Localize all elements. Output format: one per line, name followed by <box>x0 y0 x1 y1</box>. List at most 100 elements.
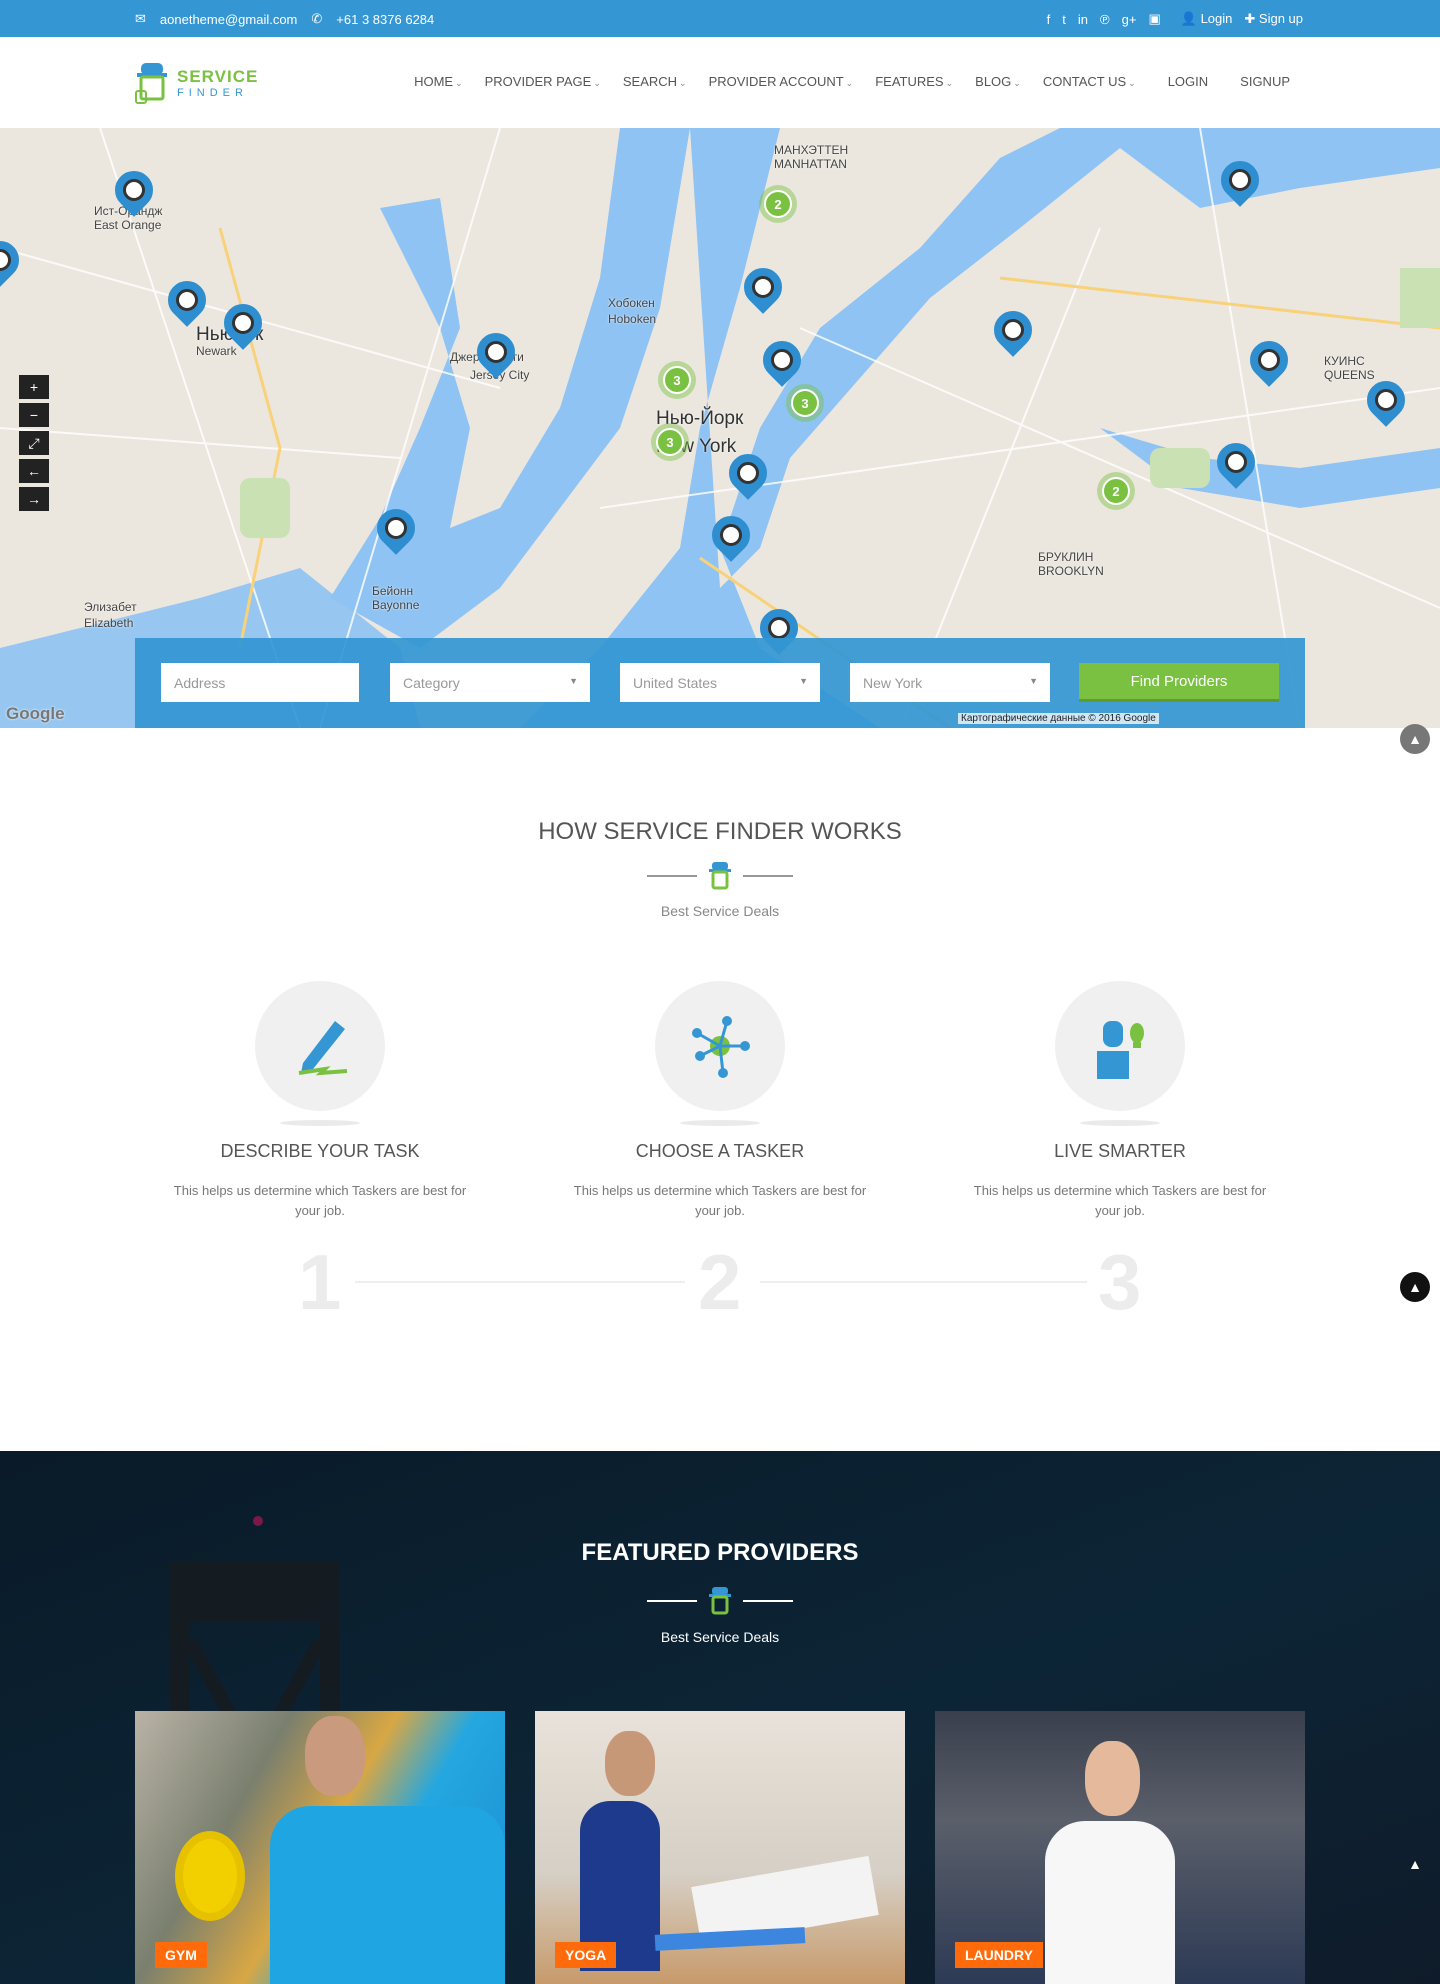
step-description: This helps us determine which Taskers ar… <box>573 1183 867 1218</box>
step-connector <box>760 1281 1087 1283</box>
pan-left-button[interactable]: ← <box>19 459 49 483</box>
contact-email[interactable]: aonetheme@gmail.com <box>160 12 297 27</box>
logo-icon <box>709 1587 731 1615</box>
category-badge[interactable]: YOGA <box>555 1942 617 1968</box>
logo-subtext: FINDER <box>177 87 248 99</box>
linkedin-icon[interactable]: in <box>1078 12 1088 27</box>
logo[interactable]: SERVICE FINDER <box>135 61 258 105</box>
twitter-icon[interactable]: t <box>1062 12 1066 27</box>
map-cluster[interactable]: 2 <box>759 185 797 223</box>
scroll-up-button[interactable]: ▲ <box>1400 724 1430 754</box>
scroll-up-button[interactable]: ▲ <box>1400 1272 1430 1302</box>
map-label: Bayonne <box>372 598 420 612</box>
map-label: Hoboken <box>608 312 657 326</box>
circle-shadow <box>680 1120 760 1126</box>
category-badge[interactable]: LAUNDRY <box>955 1942 1043 1968</box>
menu-item-label: SEARCH <box>622 74 678 89</box>
map-label: Elizabeth <box>84 616 134 630</box>
menu-item-blog[interactable]: BLOG ⌄ <box>975 74 1021 89</box>
address-input[interactable]: Address <box>161 663 359 702</box>
zoom-out-button[interactable]: − <box>19 403 49 427</box>
signup-link[interactable]: ✚ Sign up <box>1244 11 1303 27</box>
instagram-icon[interactable]: ▣ <box>1148 11 1160 27</box>
step-title: CHOOSE A TASKER <box>635 1141 805 1161</box>
scroll-up-button[interactable]: ▲ <box>1400 1849 1430 1879</box>
city-value: New York <box>863 675 923 691</box>
map-cluster[interactable]: 3 <box>658 361 696 399</box>
login-link[interactable]: 👤 Login <box>1181 11 1233 27</box>
category-select[interactable]: Category ▼ <box>390 663 590 702</box>
city-select[interactable]: New York ▼ <box>850 663 1050 702</box>
map-label: БРУКЛИН <box>1038 550 1094 564</box>
step-description: This helps us determine which Taskers ar… <box>173 1183 467 1218</box>
map-label: East Orange <box>94 218 162 232</box>
facebook-icon[interactable]: f <box>1047 12 1051 27</box>
map-attribution: Картографические данные © 2016 Google <box>958 713 1159 724</box>
section-divider <box>647 1587 793 1617</box>
chevron-down-icon: ⌄ <box>593 78 601 88</box>
chevron-down-icon: ⌄ <box>1013 78 1021 88</box>
dropdown-arrow-icon: ▼ <box>569 676 578 686</box>
menu-item-contact-us[interactable]: CONTACT US ⌄ <box>1043 74 1136 89</box>
how-title: HOW SERVICE FINDER WORKS <box>538 818 902 845</box>
map-cluster[interactable]: 3 <box>651 423 689 461</box>
phone-icon: ✆ <box>311 11 323 26</box>
country-select[interactable]: United States ▼ <box>620 663 820 702</box>
menu-item-label: HOME <box>414 74 454 89</box>
menu-item-login[interactable]: LOGIN <box>1168 74 1208 89</box>
chevron-down-icon: ⌄ <box>945 78 954 88</box>
menu-item-label: PROVIDER ACCOUNT <box>708 74 844 89</box>
menu-item-label: CONTACT US <box>1042 74 1127 89</box>
menu-item-label: BLOG <box>975 74 1012 89</box>
provider-card-gym[interactable]: GYM <box>135 1711 505 1984</box>
menu-item-provider-page[interactable]: PROVIDER PAGE ⌄ <box>485 74 601 89</box>
circle-shadow <box>280 1120 360 1126</box>
contact-phone[interactable]: +61 3 8376 6284 <box>336 12 434 27</box>
map-cluster[interactable]: 3 <box>786 384 824 422</box>
step-number: 1 <box>298 1238 342 1326</box>
cluster-count: 2 <box>764 190 792 218</box>
logo-text: SERVICE <box>177 67 259 86</box>
menu-item-features[interactable]: FEATURES ⌄ <box>875 74 953 89</box>
provider-card-laundry[interactable]: LAUNDRY <box>935 1711 1305 1984</box>
pinterest-icon[interactable]: ℗ <box>1100 12 1110 27</box>
map-label: Хобокен <box>608 296 655 310</box>
chevron-down-icon: ⌄ <box>1128 78 1136 88</box>
category-value: Category <box>403 675 460 691</box>
google-logo: Google <box>6 704 65 723</box>
menu-item-signup[interactable]: SIGNUP <box>1240 74 1290 89</box>
category-badge[interactable]: GYM <box>155 1942 207 1968</box>
map-label: MANHATTAN <box>774 157 847 171</box>
section-divider <box>647 862 793 892</box>
find-providers-button[interactable]: Find Providers <box>1079 663 1279 702</box>
dropdown-arrow-icon: ▼ <box>1029 676 1038 686</box>
google-plus-icon[interactable]: g+ <box>1122 12 1137 27</box>
network-icon <box>685 1011 755 1086</box>
cluster-count: 3 <box>663 366 691 394</box>
menu-item-search[interactable]: SEARCH ⌄ <box>623 74 687 89</box>
signup-label: Sign up <box>1258 11 1303 26</box>
menu-item-provider-account[interactable]: PROVIDER ACCOUNT ⌄ <box>709 74 854 89</box>
map-label: КУИНС <box>1324 354 1365 368</box>
map-label: Элизабет <box>84 600 137 614</box>
dropdown-arrow-icon: ▼ <box>799 676 808 686</box>
map-label: QUEENS <box>1324 368 1375 382</box>
fullscreen-button[interactable]: ⤢ <box>19 431 49 455</box>
menu-item-label: SIGNUP <box>1240 74 1290 89</box>
step-title: DESCRIBE YOUR TASK <box>220 1141 420 1161</box>
menu: HOME ⌄ PROVIDER PAGE ⌄ SEARCH ⌄ PROVIDER ACCOU… <box>414 74 1290 89</box>
provider-card-yoga[interactable]: YOGA <box>535 1711 905 1984</box>
map-cluster[interactable]: 2 <box>1097 472 1135 510</box>
pan-right-button[interactable]: → <box>19 487 49 511</box>
zoom-in-button[interactable]: + <box>19 375 49 399</box>
map-label: МАНХЭТТЕН <box>774 143 849 157</box>
chevron-down-icon: ⌄ <box>679 78 687 88</box>
main-nav: SERVICE FINDER HOME ⌄ PROVIDER PAGE ⌄ SEARCH ⌄… <box>0 37 1440 128</box>
cluster-count: 2 <box>1102 477 1130 505</box>
map-label: Newark <box>196 344 237 358</box>
step-description: This helps us determine which Taskers ar… <box>973 1183 1267 1218</box>
login-label: Login <box>1200 11 1233 26</box>
menu-item-home[interactable]: HOME ⌄ <box>414 74 463 89</box>
circle-shadow <box>1080 1120 1160 1126</box>
person-idea-icon <box>1085 1011 1155 1086</box>
